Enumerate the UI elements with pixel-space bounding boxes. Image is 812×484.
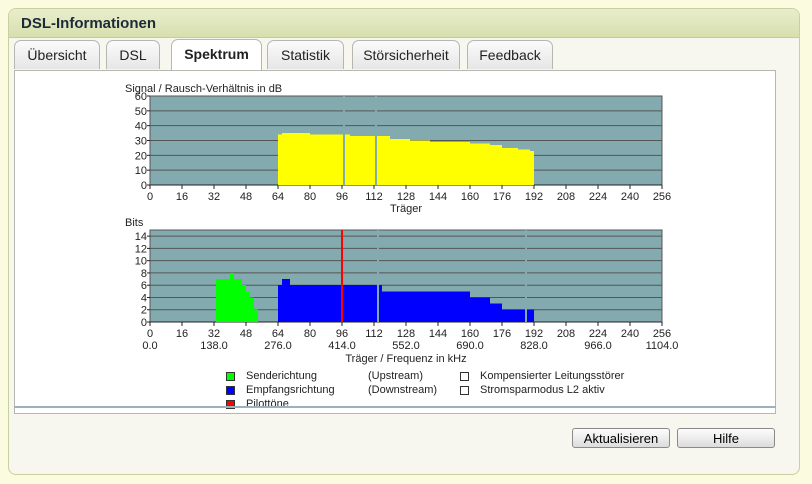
tab-spektrum[interactable]: Spektrum [171,39,262,70]
divider [14,406,776,408]
legend-upstream-direction: (Upstream) [368,370,424,382]
legend-compensated-label: Kompensierter Leitungsstörer [480,370,625,382]
legend-downstream-direction: (Downstream) [368,384,438,396]
panel-header: DSL-Informationen [9,9,799,38]
powersave-swatch [460,386,469,395]
compensated-swatch [460,372,469,381]
tab-uebersicht[interactable]: Übersicht [14,40,100,69]
tab-stoersicherheit[interactable]: Störsicherheit [352,40,460,69]
help-button[interactable]: Hilfe [677,428,775,448]
legend-pilot-label: Pilottöne [246,398,289,410]
refresh-button[interactable]: Aktualisieren [572,428,670,448]
tab-statistik[interactable]: Statistik [267,40,344,69]
downstream-swatch [226,386,235,395]
tab-feedback[interactable]: Feedback [467,40,553,69]
page-title: DSL-Informationen [21,15,156,32]
tab-dsl[interactable]: DSL [106,40,160,69]
upstream-swatch [226,372,235,381]
tab-content [14,70,776,414]
legend-downstream-label: Empfangsrichtung [246,384,335,396]
legend-upstream-label: Senderichtung [246,370,317,382]
legend-powersave-label: Stromsparmodus L2 aktiv [480,384,605,396]
